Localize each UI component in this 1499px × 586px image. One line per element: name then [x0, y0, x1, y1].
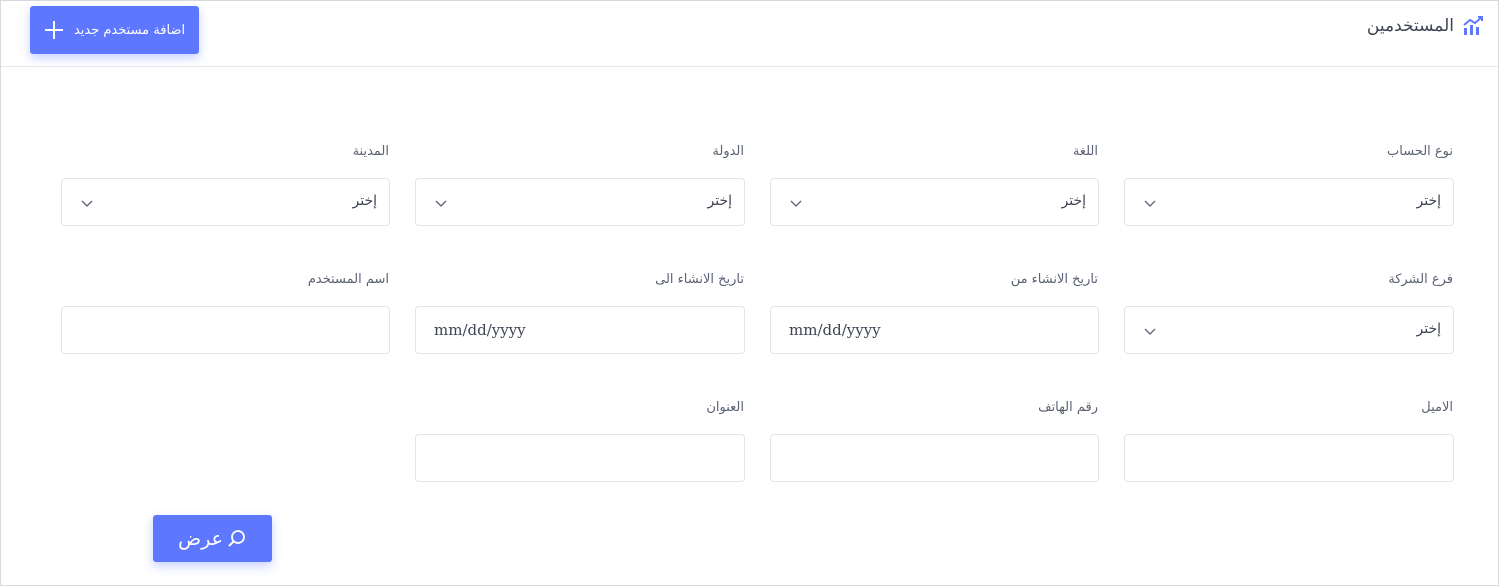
chevron-down-icon	[81, 200, 93, 207]
language-select[interactable]: إختر	[770, 178, 1099, 226]
city-select[interactable]: إختر	[61, 178, 390, 226]
phone-label: رقم الهاتف	[1038, 400, 1098, 415]
company-branch-select[interactable]: إختر	[1124, 306, 1454, 354]
created-to-date-input[interactable]: mm/dd/yyyy	[415, 306, 745, 354]
address-input[interactable]	[415, 434, 745, 482]
search-icon	[228, 529, 245, 547]
users-page: المستخدمين اضافة مستخدم جديد نوع الحساب …	[0, 0, 1499, 586]
company-branch-select-value: إختر	[1416, 321, 1442, 337]
country-label: الدولة	[712, 144, 744, 159]
page-title: المستخدمين	[1366, 16, 1454, 36]
account-type-select[interactable]: إختر	[1124, 178, 1454, 226]
company-branch-label: فرع الشركة	[1388, 272, 1453, 287]
created-to-date-placeholder: mm/dd/yyyy	[434, 321, 526, 339]
language-label: اللغة	[1072, 144, 1098, 159]
address-label: العنوان	[706, 400, 744, 415]
created-from-date-placeholder: mm/dd/yyyy	[789, 321, 881, 339]
city-label: المدينة	[352, 144, 389, 159]
email-input[interactable]	[1124, 434, 1454, 482]
chevron-down-icon	[1144, 200, 1156, 207]
chart-line-icon	[1462, 15, 1484, 37]
show-results-button-label: عرض	[178, 527, 223, 550]
add-user-button-label: اضافة مستخدم جديد	[73, 22, 186, 38]
country-select-value: إختر	[707, 193, 733, 209]
chevron-down-icon	[790, 200, 802, 207]
account-type-label: نوع الحساب	[1387, 144, 1453, 159]
page-title-group: المستخدمين	[1367, 15, 1484, 37]
chevron-down-icon	[435, 200, 447, 207]
chevron-down-icon	[1144, 328, 1156, 335]
add-user-button[interactable]: اضافة مستخدم جديد	[30, 6, 199, 54]
language-select-value: إختر	[1061, 193, 1087, 209]
page-header: المستخدمين اضافة مستخدم جديد	[1, 1, 1498, 67]
email-label: الاميل	[1421, 400, 1453, 415]
phone-input[interactable]	[770, 434, 1099, 482]
city-select-value: إختر	[352, 193, 378, 209]
plus-icon	[44, 20, 64, 40]
country-select[interactable]: إختر	[415, 178, 745, 226]
account-type-select-value: إختر	[1416, 193, 1442, 209]
created-from-label: تاريخ الانشاء من	[1010, 272, 1098, 287]
username-input[interactable]	[61, 306, 390, 354]
show-results-button[interactable]: عرض	[153, 515, 272, 562]
created-from-date-input[interactable]: mm/dd/yyyy	[770, 306, 1099, 354]
created-to-label: تاريخ الانشاء الى	[655, 272, 744, 287]
username-label: اسم المستخدم	[307, 272, 389, 287]
